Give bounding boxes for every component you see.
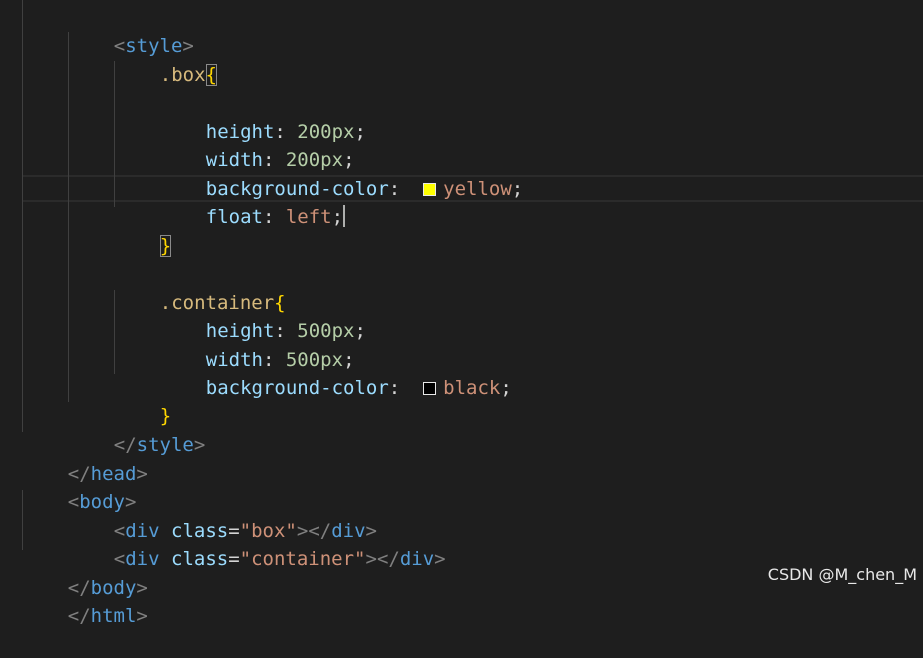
close-brace: } (159, 235, 172, 257)
css-value: yellow (443, 178, 512, 200)
text-cursor (343, 205, 346, 227)
tag-bracket: > (365, 548, 377, 570)
code-editor[interactable]: <style> .box{ height: 200px; width: 200p… (0, 0, 923, 627)
black-color-swatch[interactable] (423, 382, 437, 395)
code-line-div-container[interactable]: <div class="container"></div> (68, 517, 446, 570)
code-line-body-open[interactable]: <body> (22, 460, 137, 513)
semicolon: ; (500, 377, 512, 399)
colon: : (388, 178, 412, 200)
css-property: background-color (205, 377, 389, 399)
yellow-color-swatch[interactable] (423, 183, 437, 196)
tag-bracket: > (434, 548, 446, 570)
watermark: CSDN @M_chen_M (767, 565, 917, 584)
attribute-name: class (171, 548, 229, 570)
tag-name: html (90, 605, 137, 627)
tag-bracket: > (136, 605, 148, 627)
code-line-container-height[interactable]: height: 500px; (160, 289, 366, 342)
css-value: black (443, 377, 501, 399)
code-line-style-close[interactable]: </style> (68, 403, 206, 456)
code-line-body-close[interactable]: </body> (22, 546, 148, 599)
code-line-html-close[interactable]: </html> (22, 574, 148, 627)
semicolon: ; (354, 121, 366, 143)
code-line-container-width[interactable]: width: 500px; (160, 318, 355, 371)
semicolon: ; (511, 178, 524, 200)
attribute-value: "container" (239, 548, 366, 570)
tag-bracket: </ (67, 605, 91, 627)
colon: : (262, 206, 286, 228)
code-line-container-selector[interactable]: .container{ (114, 261, 286, 314)
css-selector: .box (159, 64, 206, 86)
css-property: float (205, 206, 263, 228)
code-line-box-height[interactable]: height: 200px; (160, 90, 366, 143)
tag-bracket: > (193, 434, 206, 456)
tag-bracket: > (136, 463, 148, 485)
indent-guide (22, 0, 23, 432)
equals-sign: = (228, 548, 240, 570)
code-line-box-float[interactable]: float: left; (160, 175, 346, 228)
colon: : (388, 377, 412, 399)
semicolon: ; (354, 320, 366, 342)
code-line-box-background[interactable]: background-color: yellow; (160, 147, 523, 200)
css-value: left (285, 206, 332, 228)
code-line-box-width[interactable]: width: 200px; (160, 118, 355, 171)
semicolon: ; (331, 206, 344, 228)
code-line-container-background[interactable]: background-color: black; (160, 346, 512, 399)
code-line-head-close[interactable]: </head> (22, 432, 148, 485)
code-line-div-box[interactable]: <div class="box"></div> (68, 489, 377, 542)
code-line-container-close[interactable]: } (114, 374, 171, 427)
code-line-box-selector[interactable]: .box{ (114, 33, 217, 86)
open-brace: { (205, 64, 217, 86)
code-line-style-open[interactable]: <style> (68, 4, 194, 57)
code-line-box-close[interactable]: } (114, 204, 172, 257)
tag-name: div (399, 548, 435, 570)
tag-bracket: </ (376, 548, 400, 570)
